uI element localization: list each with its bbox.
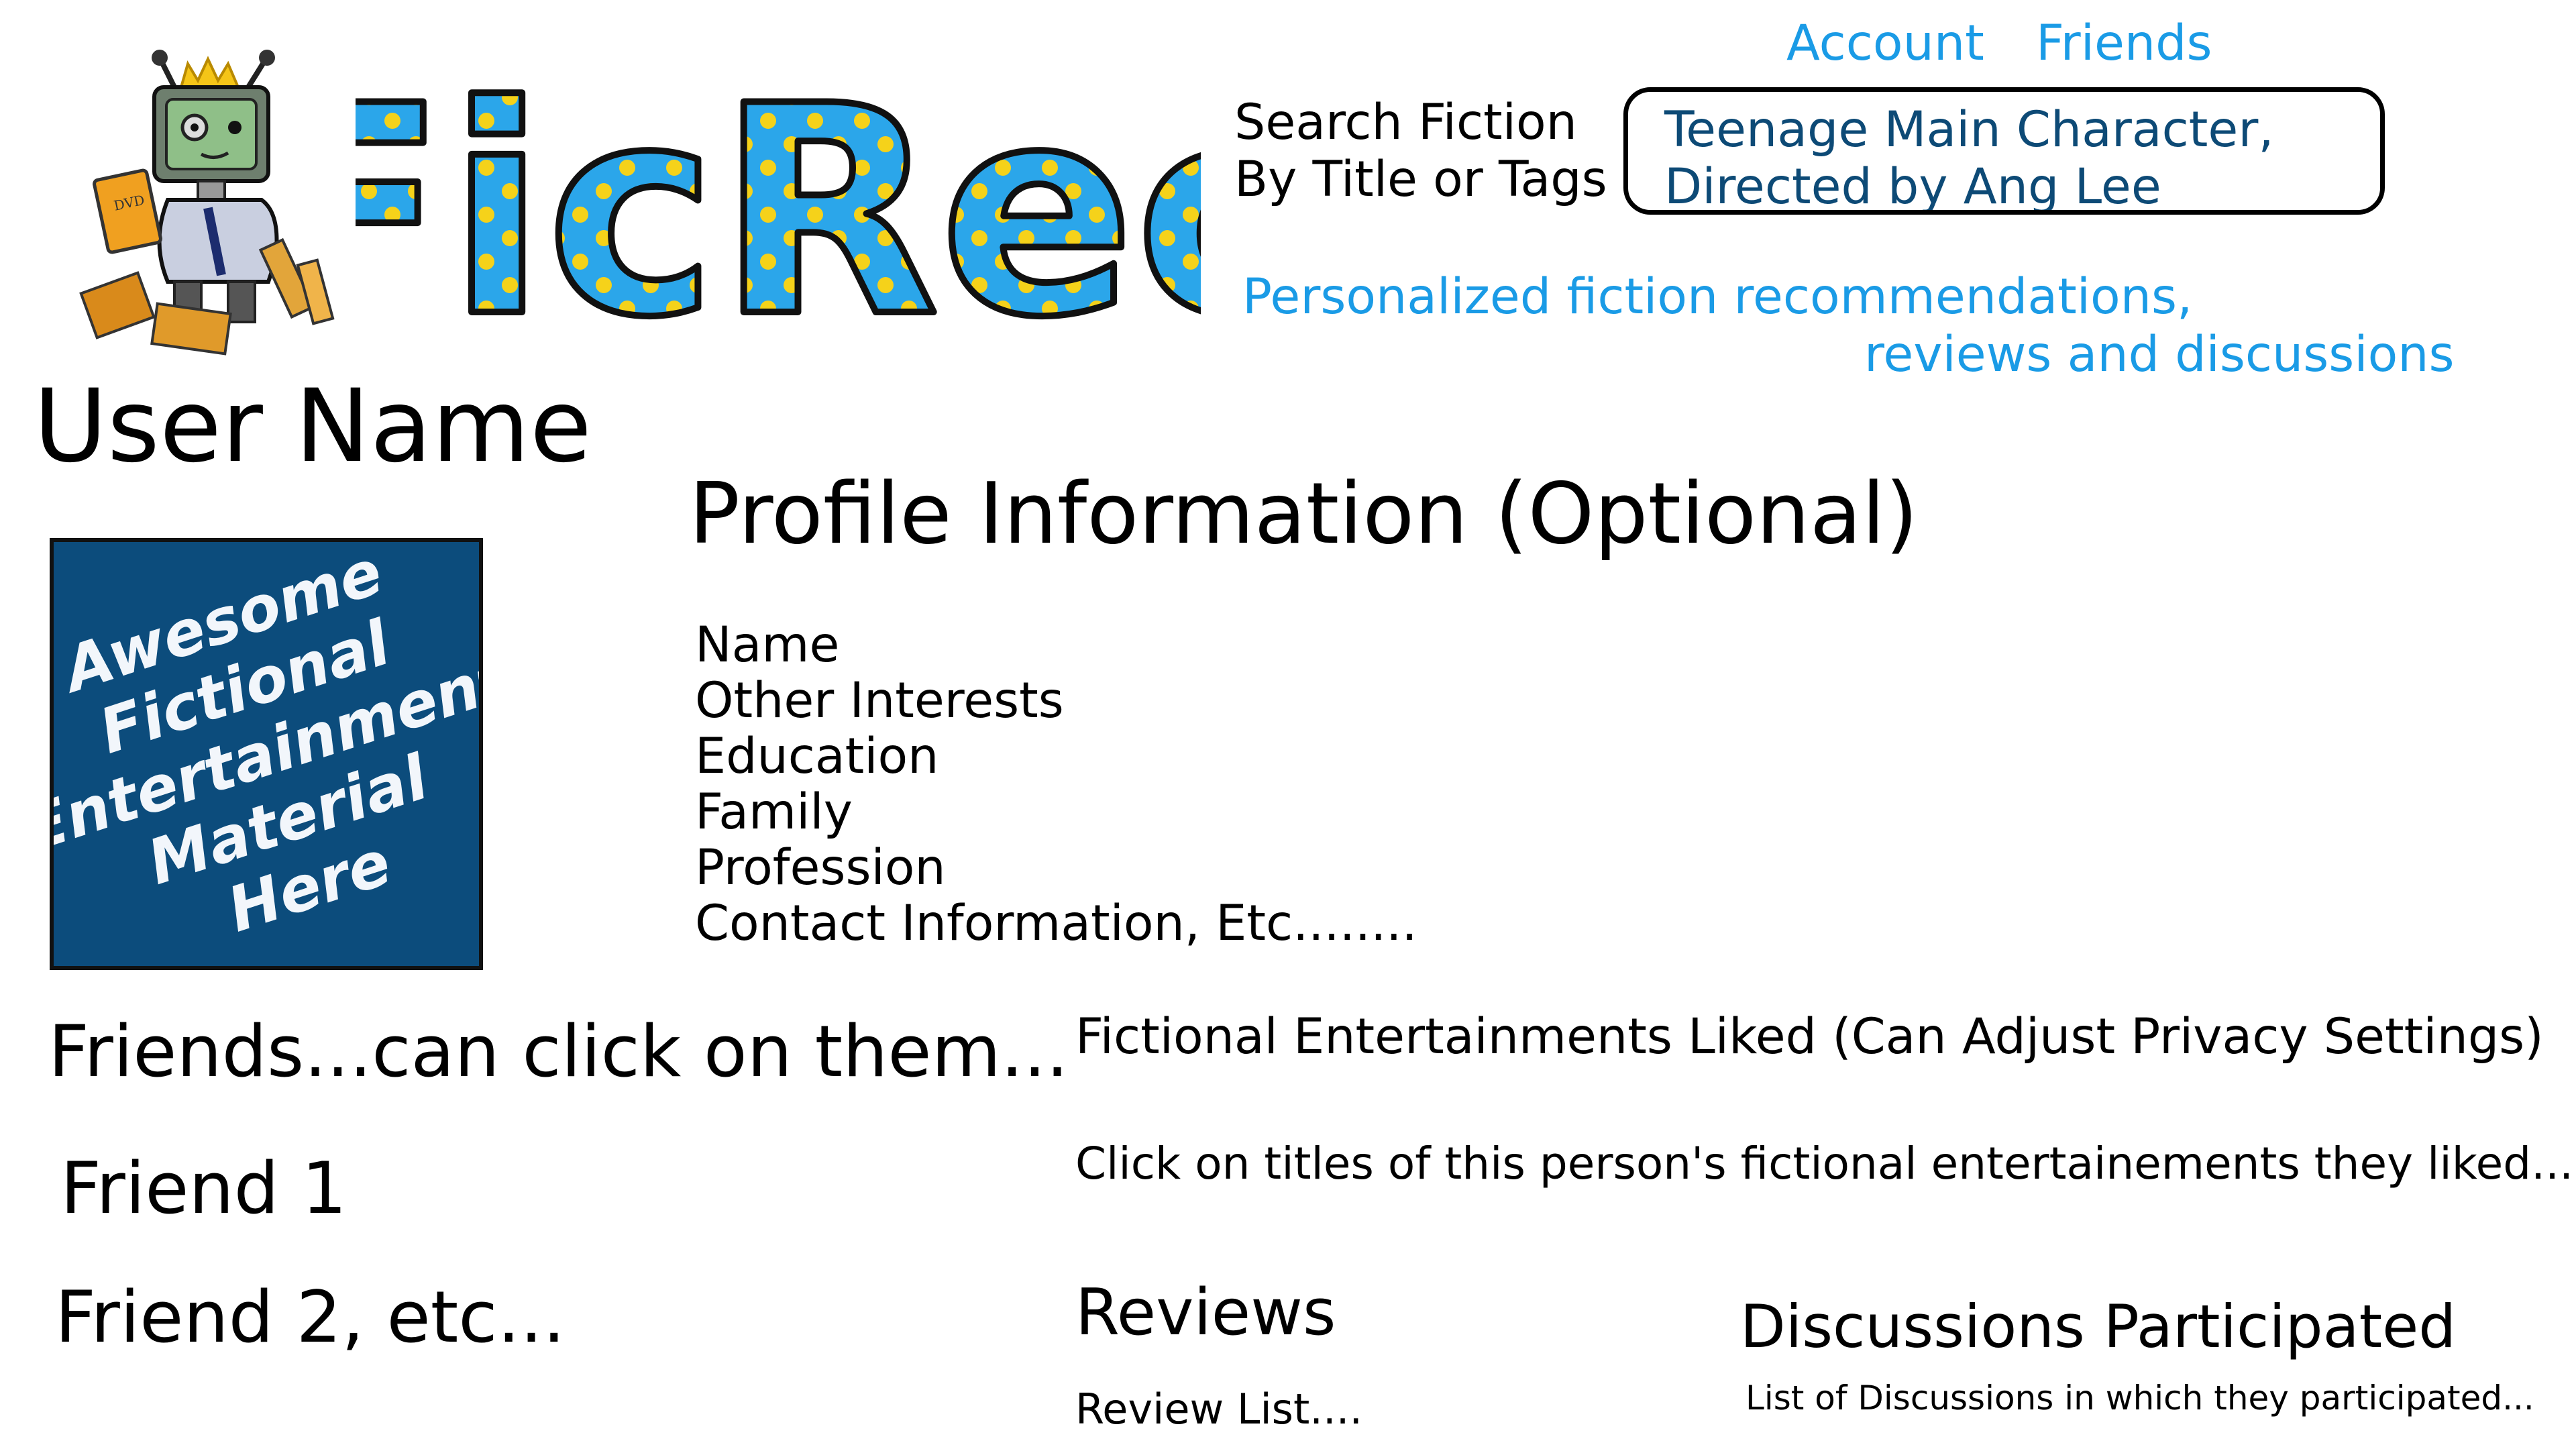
profile-fields-list: Name Other Interests Education Family Pr… bbox=[695, 617, 1417, 951]
avatar-image[interactable]: Awesome Fictional Entertainment Material… bbox=[50, 538, 483, 970]
discussions-heading: Discussions Participated bbox=[1740, 1292, 2457, 1361]
review-list[interactable]: Review List.... bbox=[1075, 1387, 1362, 1431]
user-name-heading: User Name bbox=[34, 368, 592, 485]
friends-heading: Friends...can click on them... bbox=[48, 1010, 1069, 1093]
profile-field-name: Name bbox=[695, 616, 840, 674]
profile-field-education: Education bbox=[695, 728, 939, 785]
liked-titles-list[interactable]: Click on titles of this person's fiction… bbox=[1075, 1140, 2573, 1187]
tagline: Personalized fiction recommendations, re… bbox=[1242, 268, 2455, 384]
profile-field-profession: Profession bbox=[695, 839, 946, 896]
liked-heading: Fictional Entertainments Liked (Can Adju… bbox=[1075, 1008, 2544, 1065]
friend-link-2[interactable]: Friend 2, etc... bbox=[55, 1280, 566, 1355]
profile-field-contact: Contact Information, Etc........ bbox=[695, 895, 1417, 952]
search-input-value-line1: Teenage Main Character, bbox=[1664, 101, 2274, 158]
ficrec-logo[interactable]: FicRec bbox=[356, 37, 1201, 359]
search-label-line1: Search Fiction bbox=[1234, 94, 1577, 151]
nav-account-link[interactable]: Account bbox=[1786, 19, 1984, 68]
search-input-value-line2: Directed by Ang Lee bbox=[1664, 158, 2161, 215]
search-label: Search Fiction By Title or Tags bbox=[1234, 94, 1607, 208]
profile-info-title: Profile Information (Optional) bbox=[689, 464, 1919, 563]
friend-link-1[interactable]: Friend 1 bbox=[60, 1151, 347, 1226]
avatar-handwritten-text: Awesome Fictional Entertainment Material… bbox=[54, 542, 479, 966]
discussions-list[interactable]: List of Discussions in which they partic… bbox=[1746, 1381, 2534, 1416]
profile-field-interests: Other Interests bbox=[695, 672, 1064, 729]
search-input[interactable]: Teenage Main Character, Directed by Ang … bbox=[1623, 87, 2385, 215]
tagline-line2: reviews and discussions bbox=[1864, 326, 2455, 383]
profile-field-family: Family bbox=[695, 784, 853, 841]
nav-friends-link[interactable]: Friends bbox=[2036, 19, 2212, 68]
reviews-heading: Reviews bbox=[1075, 1276, 1336, 1350]
search-label-line2: By Title or Tags bbox=[1234, 151, 1607, 208]
logo-text: FicRec bbox=[356, 45, 1201, 359]
tagline-line1: Personalized fiction recommendations, bbox=[1242, 268, 2193, 325]
robot-mascot-icon: DVD bbox=[79, 50, 335, 356]
